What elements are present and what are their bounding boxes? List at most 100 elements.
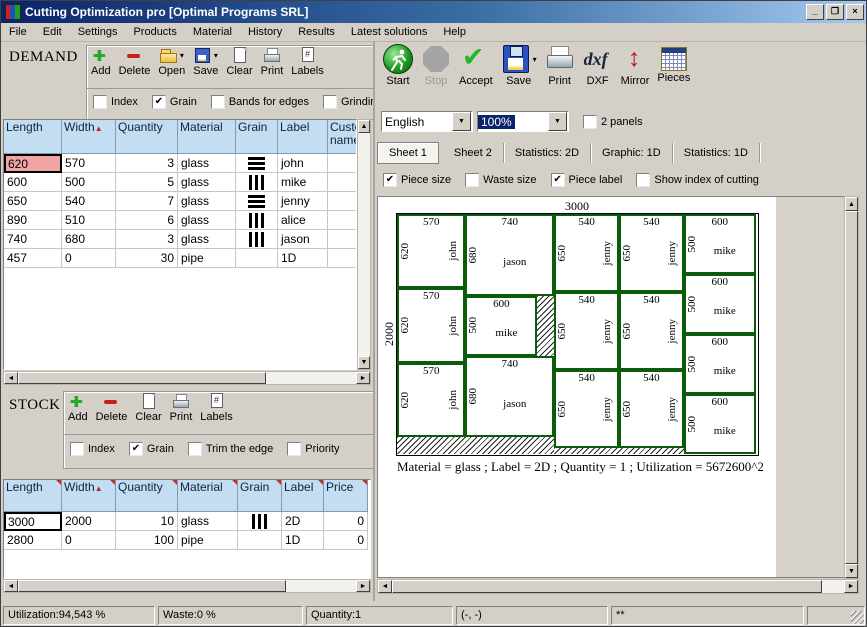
add-button[interactable]: Add xyxy=(64,392,92,424)
cell-quantity[interactable]: 6 xyxy=(116,211,178,230)
open-button[interactable]: ▾Open xyxy=(154,46,189,78)
column-header-grain[interactable]: Grain xyxy=(236,120,278,154)
checkbox-box[interactable] xyxy=(188,442,202,456)
clear-button[interactable]: Clear xyxy=(131,392,165,424)
menu-edit[interactable]: Edit xyxy=(35,24,70,40)
scroll-left-icon[interactable]: ◄ xyxy=(378,580,392,593)
checkbox-box[interactable] xyxy=(465,173,479,187)
column-header-price[interactable]: Price xyxy=(324,480,368,512)
cell-material[interactable]: glass xyxy=(178,173,236,192)
cell-label[interactable]: john xyxy=(278,154,328,173)
menu-products[interactable]: Products xyxy=(125,24,184,40)
tab-sheet-1[interactable]: Sheet 1 xyxy=(377,142,439,164)
menu-history[interactable]: History xyxy=(240,24,290,40)
start-button[interactable]: Start xyxy=(379,43,417,88)
scroll-right-icon[interactable]: ► xyxy=(356,372,370,384)
cell-label[interactable]: jenny xyxy=(278,192,328,211)
cell-length[interactable]: 3000 xyxy=(4,512,62,531)
cell-length[interactable]: 600 xyxy=(4,173,62,192)
cell-length[interactable]: 2800 xyxy=(4,531,62,550)
print-button[interactable]: Print xyxy=(166,392,197,424)
dxf-button[interactable]: DXF xyxy=(579,43,617,88)
cell-quantity[interactable]: 5 xyxy=(116,173,178,192)
chevron-down-icon[interactable]: ▼ xyxy=(548,112,567,131)
save-button[interactable]: ▾Save xyxy=(189,46,222,78)
checkbox-trim-the-edge[interactable]: Trim the edge xyxy=(188,442,273,456)
zoom-combo[interactable]: 100% ▼ xyxy=(477,111,569,132)
cell-customer[interactable] xyxy=(328,173,357,192)
add-button[interactable]: Add xyxy=(87,46,115,78)
checkbox-index[interactable]: Index xyxy=(70,442,115,456)
cell-label[interactable]: alice xyxy=(278,211,328,230)
demand-horizontal-scrollbar[interactable]: ◄ ► xyxy=(3,371,371,385)
mirror-button[interactable]: Mirror xyxy=(617,43,654,88)
cell-grain[interactable] xyxy=(236,192,278,211)
accept-button[interactable]: Accept xyxy=(455,43,497,88)
print-button[interactable]: Print xyxy=(257,46,288,78)
menu-file[interactable]: File xyxy=(1,24,35,40)
labels-button[interactable]: Labels xyxy=(287,46,327,78)
print-button[interactable]: Print xyxy=(541,43,579,88)
scroll-right-icon[interactable]: ► xyxy=(356,580,370,592)
cell-customer[interactable] xyxy=(328,230,357,249)
tab-sheet-2[interactable]: Sheet 2 xyxy=(443,143,504,163)
scrollbar-thumb[interactable] xyxy=(845,211,858,564)
scroll-down-icon[interactable]: ▼ xyxy=(845,564,858,578)
scroll-right-icon[interactable]: ► xyxy=(844,580,858,593)
cell-customer[interactable] xyxy=(328,249,357,268)
checkbox-box[interactable] xyxy=(287,442,301,456)
cell-material[interactable]: glass xyxy=(178,192,236,211)
cell-length[interactable]: 890 xyxy=(4,211,62,230)
cell-width[interactable]: 510 xyxy=(62,211,116,230)
cell-quantity[interactable]: 3 xyxy=(116,230,178,249)
demand-vertical-scrollbar[interactable]: ▲ ▼ xyxy=(357,119,371,370)
cell-customer[interactable] xyxy=(328,211,357,230)
checkbox-piece-size[interactable]: ✔Piece size xyxy=(383,173,451,187)
save-button[interactable]: ▾Save xyxy=(497,43,541,88)
close-button[interactable]: × xyxy=(846,4,864,20)
diagram-horizontal-scrollbar[interactable]: ◄ ► xyxy=(377,579,859,594)
cell-quantity[interactable]: 3 xyxy=(116,154,178,173)
cell-label[interactable]: jason xyxy=(278,230,328,249)
delete-button[interactable]: Delete xyxy=(92,392,132,424)
cell-grain[interactable] xyxy=(236,249,278,268)
cell-quantity[interactable]: 7 xyxy=(116,192,178,211)
tab-statistics-1d[interactable]: Statistics: 1D xyxy=(673,143,760,163)
scroll-left-icon[interactable]: ◄ xyxy=(4,372,18,384)
cell-grain[interactable] xyxy=(236,230,278,249)
cell-label[interactable]: 1D xyxy=(282,531,324,550)
checkbox-box[interactable] xyxy=(583,115,597,129)
scroll-up-icon[interactable]: ▲ xyxy=(845,197,858,211)
column-header-customer-name[interactable]: Customer name xyxy=(328,120,357,154)
cell-material[interactable]: glass xyxy=(178,211,236,230)
column-header-label[interactable]: Label xyxy=(282,480,324,512)
cell-length[interactable]: 740 xyxy=(4,230,62,249)
cell-length[interactable]: 650 xyxy=(4,192,62,211)
column-header-quantity[interactable]: Quantity xyxy=(116,120,178,154)
menu-material[interactable]: Material xyxy=(185,24,240,40)
delete-button[interactable]: Delete xyxy=(115,46,155,78)
labels-button[interactable]: Labels xyxy=(196,392,236,424)
cell-grain[interactable] xyxy=(238,512,282,531)
cell-grain[interactable] xyxy=(236,154,278,173)
scroll-left-icon[interactable]: ◄ xyxy=(4,580,18,592)
cell-quantity[interactable]: 10 xyxy=(116,512,178,531)
menu-settings[interactable]: Settings xyxy=(70,24,126,40)
checkbox-box[interactable] xyxy=(211,95,225,109)
cell-width[interactable]: 680 xyxy=(62,230,116,249)
cell-length[interactable]: 620 xyxy=(4,154,62,173)
column-header-width[interactable]: Width▲ xyxy=(62,120,116,154)
minimize-button[interactable]: _ xyxy=(806,4,824,20)
chevron-down-icon[interactable]: ▼ xyxy=(452,112,471,131)
dropdown-arrow-icon[interactable]: ▾ xyxy=(180,51,184,60)
checkbox-box[interactable]: ✔ xyxy=(383,173,397,187)
checkbox-index[interactable]: Index xyxy=(93,95,138,109)
checkbox-box[interactable] xyxy=(323,95,337,109)
cell-width[interactable]: 2000 xyxy=(62,512,116,531)
checkbox-box[interactable] xyxy=(93,95,107,109)
scrollbar-thumb[interactable] xyxy=(18,372,266,384)
scrollbar-thumb[interactable] xyxy=(392,580,822,593)
cell-label[interactable]: 2D xyxy=(282,512,324,531)
tab-statistics-2d[interactable]: Statistics: 2D xyxy=(504,143,591,163)
checkbox-box[interactable]: ✔ xyxy=(129,442,143,456)
